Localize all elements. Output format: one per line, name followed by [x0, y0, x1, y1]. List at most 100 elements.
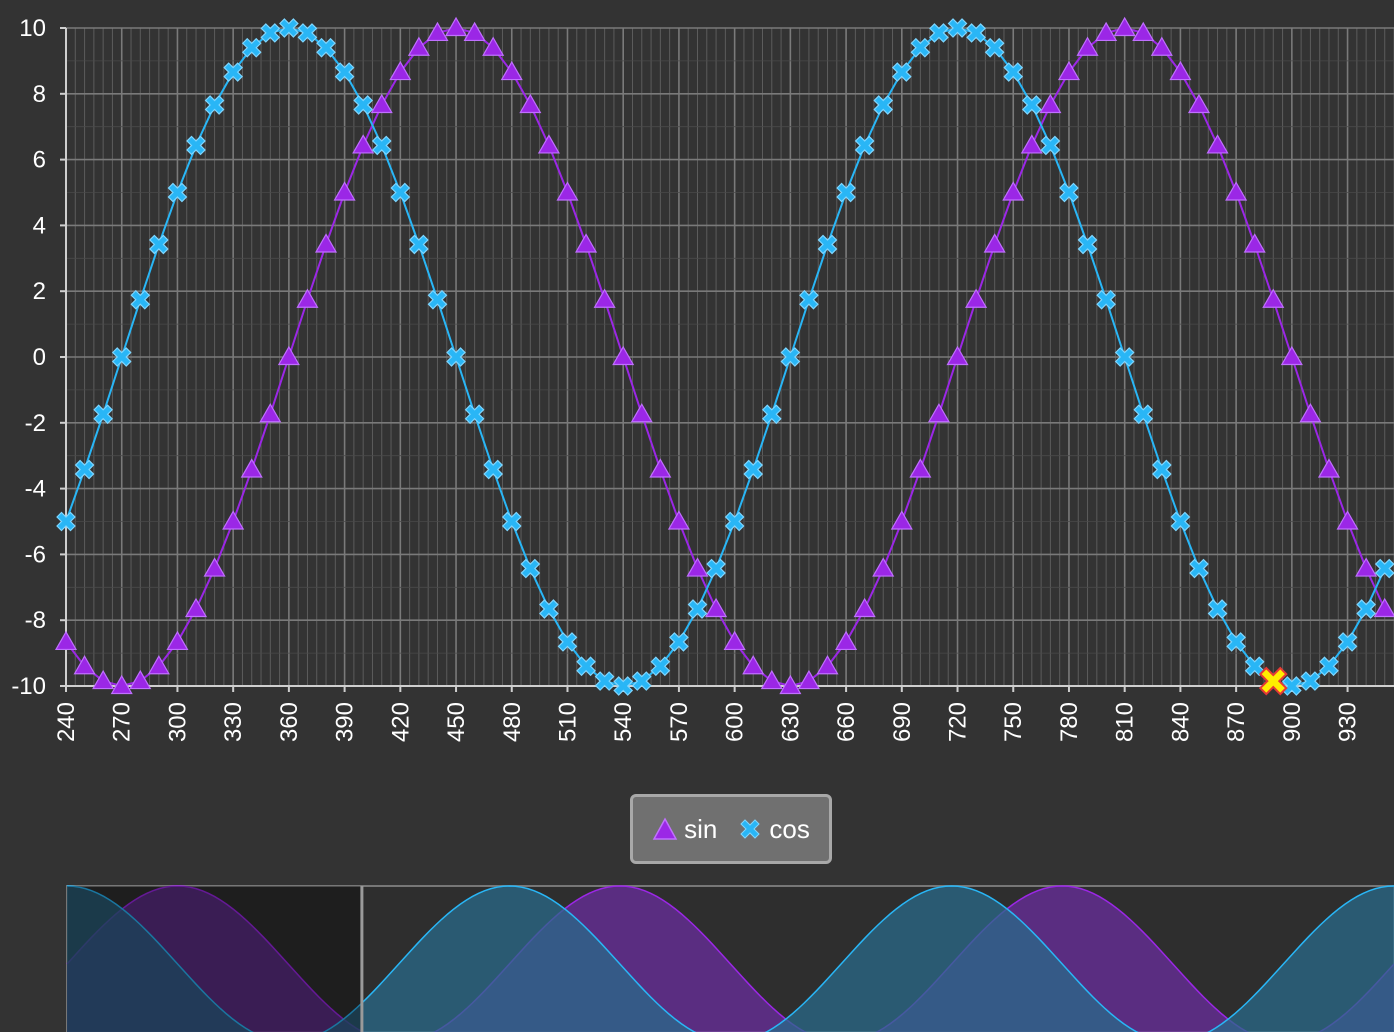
data-point-sin[interactable]: [890, 510, 913, 530]
chart-svg: 1086420-2-4-6-8-10240 270 300 330 360 390 420 4…: [11, 15, 1394, 1032]
data-point-sin[interactable]: [407, 36, 430, 56]
data-point-sin[interactable]: [1336, 510, 1359, 530]
x-tick-label: 690: [889, 702, 916, 742]
navigator[interactable]: [66, 885, 1394, 1032]
data-point-sin[interactable]: [797, 669, 820, 690]
triangle-icon: [652, 817, 678, 840]
data-point-sin[interactable]: [686, 557, 709, 577]
legend-item-cos[interactable]: cos: [737, 813, 810, 845]
y-tick-label: 10: [19, 15, 46, 42]
data-point-sin[interactable]: [1206, 134, 1229, 154]
axes: 1086420-2-4-6-8-10240 270 300 330 360 390 420 4…: [11, 15, 1394, 742]
data-point-sin[interactable]: [184, 597, 208, 618]
x-tick-label: 390: [332, 702, 359, 742]
data-point-sin[interactable]: [946, 345, 969, 366]
data-point-sin[interactable]: [816, 655, 839, 675]
y-tick-label: -10: [11, 673, 46, 700]
navigator-unselected-mask: [67, 886, 362, 1032]
x-tick-label: 270: [109, 702, 136, 742]
data-point-sin[interactable]: [222, 510, 245, 530]
chart-container: 10 8 6 4 2 0 -2 -4 -6 -8 -10 240 270 300 330 360 390 420 4…: [0, 0, 1394, 1032]
x-tick-label: 240: [53, 702, 80, 742]
y-tick-label: 4: [33, 212, 46, 239]
data-point-sin[interactable]: [1057, 60, 1080, 81]
data-point-sin[interactable]: [760, 669, 783, 690]
data-point-sin[interactable]: [1280, 345, 1303, 366]
data-point-sin[interactable]: [1355, 557, 1378, 577]
cross-icon: [740, 819, 761, 839]
legend-label-sin: sin: [684, 813, 718, 844]
x-tick-label: 930: [1335, 702, 1362, 742]
y-tick-label: -2: [25, 410, 46, 437]
data-point-sin[interactable]: [1299, 403, 1322, 423]
data-point-sin[interactable]: [1020, 134, 1043, 154]
data-point-sin[interactable]: [1243, 233, 1266, 253]
y-tick-label: -6: [25, 541, 46, 568]
data-point-sin[interactable]: [1317, 458, 1341, 478]
data-point-sin[interactable]: [333, 181, 356, 201]
data-point-sin[interactable]: [1373, 597, 1394, 618]
data-point-sin[interactable]: [389, 60, 412, 81]
legend: sin cos: [630, 794, 832, 864]
data-point-sin[interactable]: [296, 288, 319, 308]
y-tick-label: -4: [25, 476, 46, 503]
x-tick-label: 300: [164, 702, 191, 742]
x-tick-label: 480: [499, 702, 526, 742]
x-tick-label: 810: [1112, 702, 1139, 742]
data-point-sin[interactable]: [872, 557, 895, 577]
data-point-sin[interactable]: [240, 458, 263, 478]
legend-item-sin[interactable]: sin: [652, 814, 717, 845]
data-point-sin[interactable]: [482, 36, 505, 56]
data-point-sin[interactable]: [92, 669, 115, 690]
data-point-sin[interactable]: [1150, 36, 1173, 56]
data-point-sin[interactable]: [1225, 181, 1248, 201]
data-point-sin[interactable]: [445, 16, 468, 37]
legend-label-cos: cos: [769, 813, 810, 844]
data-point-sin[interactable]: [575, 233, 598, 253]
y-tick-label: 2: [33, 278, 46, 305]
data-point-sin[interactable]: [983, 233, 1006, 253]
data-point-sin[interactable]: [147, 655, 170, 675]
data-point-sin[interactable]: [73, 655, 96, 675]
data-point-sin[interactable]: [277, 345, 300, 366]
data-point-sin[interactable]: [259, 403, 282, 423]
data-point-sin[interactable]: [166, 630, 189, 651]
y-tick-label: 0: [33, 344, 46, 371]
data-point-sin[interactable]: [129, 669, 152, 690]
data-point-sin[interactable]: [1169, 60, 1192, 81]
data-point-sin[interactable]: [1002, 181, 1025, 201]
data-point-sin[interactable]: [54, 630, 78, 651]
data-point-sin[interactable]: [1187, 93, 1211, 114]
data-point-sin[interactable]: [742, 655, 765, 675]
data-point-sin[interactable]: [723, 630, 746, 651]
x-tick-label: 570: [666, 702, 693, 742]
data-point-sin[interactable]: [927, 403, 950, 423]
data-point-sin[interactable]: [965, 288, 988, 308]
data-point-sin[interactable]: [556, 181, 579, 201]
data-point-sin[interactable]: [612, 345, 635, 366]
x-tick-label: 660: [833, 702, 860, 742]
data-point-sin[interactable]: [630, 403, 653, 423]
data-point-sin[interactable]: [835, 630, 858, 651]
data-point-sin[interactable]: [314, 233, 338, 253]
data-point-sin[interactable]: [203, 557, 226, 577]
data-point-sin[interactable]: [667, 510, 690, 530]
data-point-sin[interactable]: [352, 134, 375, 154]
data-point-sin[interactable]: [593, 288, 616, 308]
data-point-sin[interactable]: [909, 458, 932, 478]
data-point-sin[interactable]: [519, 93, 542, 114]
data-point-sin[interactable]: [1076, 36, 1099, 56]
data-point-sin[interactable]: [1262, 288, 1285, 308]
x-tick-label: 720: [945, 702, 972, 742]
data-point-sin[interactable]: [370, 93, 393, 114]
data-point-sin[interactable]: [500, 60, 523, 81]
data-point-sin[interactable]: [1039, 93, 1062, 114]
data-point-sin[interactable]: [537, 134, 560, 154]
x-tick-label: 510: [554, 702, 581, 742]
data-point-sin[interactable]: [1113, 16, 1136, 37]
data-point-sin[interactable]: [853, 597, 876, 618]
data-point-sin[interactable]: [649, 458, 672, 478]
x-tick-label: 600: [722, 702, 749, 742]
y-tick-label: 8: [33, 81, 46, 108]
data-point-sin[interactable]: [705, 597, 728, 618]
